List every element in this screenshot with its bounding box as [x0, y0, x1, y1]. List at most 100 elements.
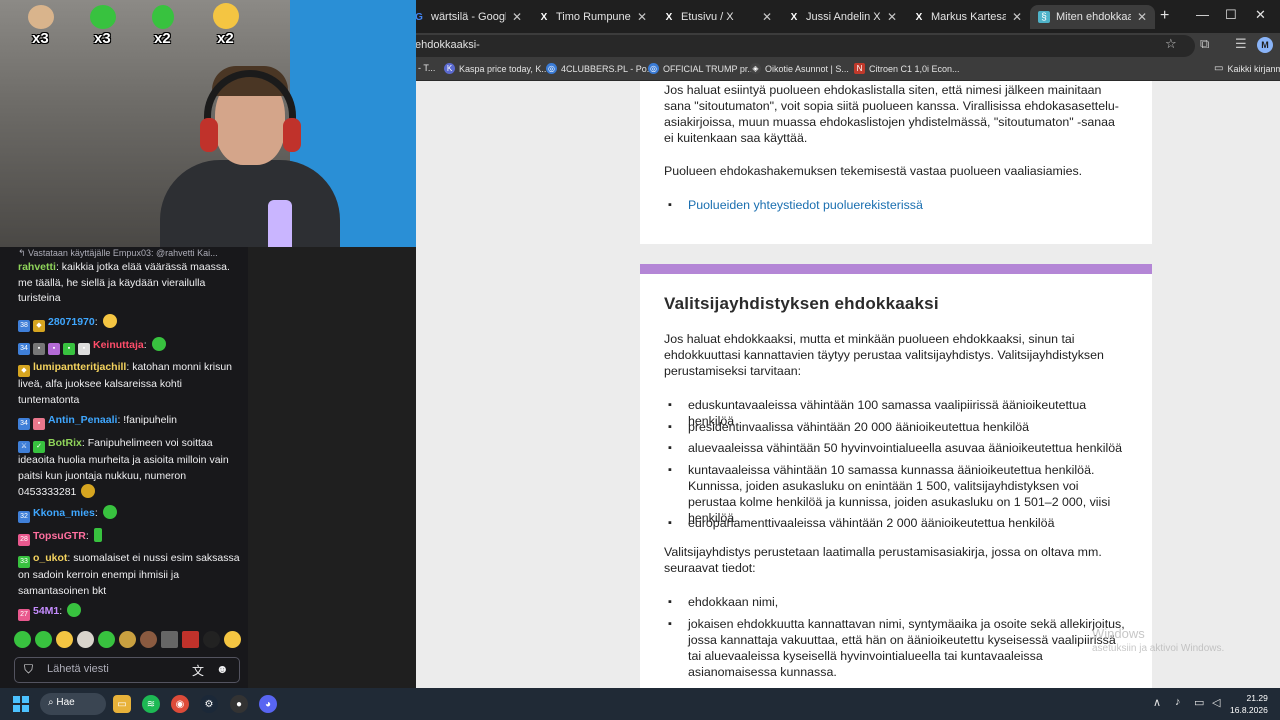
streamer-shirt: [160, 160, 340, 247]
emote-icon[interactable]: [98, 631, 115, 648]
multiplier-label: x2: [217, 30, 234, 47]
close-icon[interactable]: ✕: [887, 10, 897, 24]
chat-username[interactable]: TopsuGTR: [33, 530, 86, 542]
bookmark-item[interactable]: ◎ 4CLUBBERS.PL - Po...: [546, 63, 654, 74]
list-item: europarlamenttivaaleissa vähintään 2 000…: [664, 515, 1128, 531]
bookmark-item[interactable]: - T...: [418, 63, 435, 73]
webcam-overlay: x3 x3 x2 x2: [0, 0, 416, 247]
bookmarks-folder[interactable]: ▭ Kaikki kirjanm: [1214, 63, 1280, 74]
emote-icon[interactable]: [140, 631, 157, 648]
file-explorer-icon[interactable]: ▭: [113, 695, 131, 713]
minimize-button[interactable]: —: [1196, 7, 1209, 22]
party-contacts-link[interactable]: Puolueiden yhteystiedot puoluerekisteris…: [688, 198, 923, 212]
close-icon[interactable]: ✕: [637, 10, 647, 24]
emote-icon[interactable]: [224, 631, 241, 648]
paragraph: Jos haluat ehdokkaaksi, mutta et minkään…: [664, 332, 1104, 378]
taskbar-clock[interactable]: 21.29 16.8.2026: [1230, 692, 1268, 716]
spotify-icon[interactable]: ≋: [142, 695, 160, 713]
address-bar[interactable]: ehdokkaaksi-: [405, 35, 1195, 57]
empty-area: [248, 247, 416, 688]
emote-icon: [28, 5, 54, 29]
chat-username[interactable]: BotRix: [48, 437, 82, 449]
tab-timo[interactable]: X Timo Rumpunen X:ssä ✕: [530, 5, 655, 29]
chat-message: 32 Kkona_mies:: [18, 505, 240, 523]
close-icon[interactable]: ✕: [512, 10, 522, 24]
reply-text: Vastataan käyttäjälle Empux03: @rahvetti…: [28, 248, 218, 258]
close-icon[interactable]: ✕: [1012, 10, 1022, 24]
verified-badge-icon: ✓: [33, 441, 45, 453]
emote-icon[interactable]: [56, 631, 73, 648]
bookmark-star-icon[interactable]: ☆: [1165, 36, 1177, 52]
nettiauto-icon: N: [854, 63, 865, 74]
tab-title: Miten ehdokkaaksi? -: [1056, 11, 1131, 23]
new-tab-button[interactable]: +: [1160, 7, 1169, 25]
emote-icon[interactable]: [119, 631, 136, 648]
list-item: jokaisen ehdokkuutta kannattavan nimi, s…: [664, 616, 1128, 680]
close-window-button[interactable]: ✕: [1255, 7, 1266, 23]
search-icon: ⌕: [48, 697, 54, 708]
steam-icon[interactable]: ⚙: [200, 695, 218, 713]
translate-icon[interactable]: 文: [192, 662, 204, 679]
taskbar-search[interactable]: ⌕ Hae: [40, 693, 106, 715]
tab-title: Timo Rumpunen X:ssä: [556, 11, 631, 23]
chat-username[interactable]: Antin_Penaali: [48, 414, 117, 426]
chat-message: 28 TopsuGTR:: [18, 528, 240, 546]
chrome-icon[interactable]: ◉: [171, 695, 189, 713]
bookmark-label: Oikotie Asunnot | S...: [765, 63, 849, 74]
chevron-up-icon[interactable]: ∧: [1153, 696, 1161, 709]
bookmark-item[interactable]: N Citroen C1 1,0i Econ...: [854, 63, 960, 74]
emote-icon[interactable]: [161, 631, 178, 648]
badge-icon: ◆: [18, 365, 30, 377]
chat-message: ⚔ ✓ BotRix: Fanipuhelimeen voi soittaa ide…: [18, 437, 229, 499]
tab-ehdokkaaksi[interactable]: § Miten ehdokkaaksi? - ✕: [1030, 5, 1155, 29]
list-item: presidentinvaalissa vähintään 20 000 ään…: [664, 419, 1128, 435]
screen: G wärtsilä - Google-haku ✕ X Timo Rumpun…: [0, 0, 1280, 720]
emote-icon[interactable]: [203, 631, 220, 648]
bookmark-item[interactable]: ◈ Oikotie Asunnot | S...: [750, 63, 849, 74]
volume-icon[interactable]: ◁: [1212, 696, 1220, 709]
network-icon[interactable]: ▭: [1194, 696, 1204, 709]
extensions-icon[interactable]: ⧉: [1200, 36, 1209, 52]
x-icon: X: [665, 11, 673, 23]
emoji-icon[interactable]: ☻: [216, 662, 229, 676]
bookmark-item[interactable]: K Kaspa price today, K...: [444, 63, 549, 74]
reply-context: ↰ Vastataan käyttäjälle Empux03: @rahvet…: [18, 248, 218, 258]
tab-markus[interactable]: X Markus Kartesalo re X ✕: [905, 5, 1030, 29]
obs-icon[interactable]: ●: [230, 695, 248, 713]
bookmark-label: Kaikki kirjanm: [1227, 63, 1280, 74]
sub-badge: 38: [18, 320, 30, 332]
windows-start-icon[interactable]: [13, 696, 29, 712]
emote-icon[interactable]: [77, 631, 94, 648]
list-item: Puolueiden yhteystiedot puoluerekisteris…: [664, 197, 1128, 213]
close-icon[interactable]: ✕: [762, 10, 772, 24]
mod-badge-icon: ⚔: [18, 441, 30, 453]
chat-username[interactable]: 28071970: [48, 316, 95, 328]
tab-etusivu[interactable]: X Etusivu / X ✕: [655, 5, 780, 29]
discord-icon[interactable]: ◕: [259, 695, 277, 713]
chat-username[interactable]: o_ukot: [33, 552, 67, 564]
bookmark-item[interactable]: ◎ OFFICIAL TRUMP pr...: [648, 63, 755, 74]
globe-icon: ◎: [546, 63, 557, 74]
profile-avatar[interactable]: M: [1257, 37, 1273, 53]
emote-icon[interactable]: [35, 631, 52, 648]
chat-username[interactable]: 54M1: [33, 605, 59, 617]
chat-username[interactable]: rahvetti: [18, 261, 56, 273]
sub-badge: 27: [18, 609, 30, 621]
clock-date: 16.8.2026: [1230, 705, 1268, 715]
shield-icon[interactable]: ⛉: [24, 662, 33, 677]
bookmark-label: 4CLUBBERS.PL - Po...: [561, 63, 655, 74]
emote-icon: [81, 484, 96, 499]
maximize-button[interactable]: ☐: [1225, 7, 1237, 23]
emote-icon: [213, 3, 239, 29]
tab-wartsila[interactable]: G wärtsilä - Google-haku ✕: [405, 5, 530, 29]
chat-input[interactable]: Lähetä viesti: [14, 657, 240, 683]
emote-icon[interactable]: [182, 631, 199, 648]
microphone-icon[interactable]: ♪: [1175, 696, 1181, 708]
close-icon[interactable]: ✕: [1137, 10, 1147, 24]
tab-jussi[interactable]: X Jussi Andelin X:ssä: "E ✕: [780, 5, 905, 29]
menu-lines-icon[interactable]: ☰: [1235, 36, 1247, 52]
chat-username[interactable]: Keinuttaja: [93, 339, 144, 351]
chat-username[interactable]: Kkona_mies: [33, 507, 95, 519]
chat-username[interactable]: lumipantteritjachill: [33, 361, 126, 373]
emote-icon[interactable]: [14, 631, 31, 648]
